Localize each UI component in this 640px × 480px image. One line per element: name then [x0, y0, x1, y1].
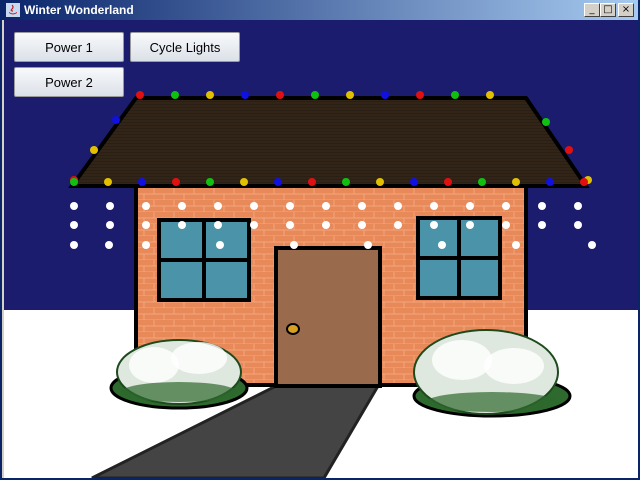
light-bulb — [342, 178, 350, 186]
light-bulb — [214, 221, 222, 229]
light-bulb — [444, 178, 452, 186]
light-bulb — [70, 241, 78, 249]
light-bulb — [486, 91, 494, 99]
light-bulb — [70, 221, 78, 229]
front-door — [274, 246, 382, 388]
light-bulb — [346, 91, 354, 99]
light-bulb — [142, 241, 150, 249]
light-bulb — [538, 221, 546, 229]
light-bulb — [478, 178, 486, 186]
light-bulb — [172, 178, 180, 186]
power-1-button[interactable]: Power 1 — [14, 32, 124, 62]
light-bulb — [358, 221, 366, 229]
close-button[interactable]: × — [618, 3, 634, 17]
light-bulb — [274, 178, 282, 186]
light-bulb — [580, 178, 588, 186]
light-bulb — [574, 221, 582, 229]
light-bulb — [394, 221, 402, 229]
light-bulb — [565, 146, 573, 154]
minimize-button[interactable]: _ — [584, 3, 600, 17]
light-bulb — [250, 202, 258, 210]
light-bulb — [512, 178, 520, 186]
door-knob — [286, 323, 300, 335]
light-bulb — [138, 178, 146, 186]
light-bulb — [286, 221, 294, 229]
light-bulb — [90, 146, 98, 154]
light-bulb — [466, 221, 474, 229]
light-bulb — [588, 241, 596, 249]
light-bulb — [106, 202, 114, 210]
minimize-icon: _ — [589, 4, 595, 15]
light-bulb — [546, 178, 554, 186]
light-bulb — [112, 116, 120, 124]
light-bulb — [178, 221, 186, 229]
light-bulb — [240, 178, 248, 186]
window-title: Winter Wonderland — [24, 3, 134, 17]
light-bulb — [214, 202, 222, 210]
light-bulb — [308, 178, 316, 186]
light-bulb — [70, 202, 78, 210]
light-bulb — [430, 202, 438, 210]
light-bulb — [216, 241, 224, 249]
light-bulb — [322, 221, 330, 229]
light-bulb — [106, 221, 114, 229]
light-bulb — [136, 91, 144, 99]
power-2-button[interactable]: Power 2 — [14, 67, 124, 97]
light-bulb — [290, 241, 298, 249]
light-bulb — [358, 202, 366, 210]
light-bulb — [250, 221, 258, 229]
light-bulb — [438, 241, 446, 249]
light-bulb — [105, 241, 113, 249]
light-bulb — [206, 178, 214, 186]
title-bar[interactable]: Winter Wonderland _ □ × — [2, 0, 638, 20]
light-bulb — [322, 202, 330, 210]
left-window — [157, 218, 251, 302]
maximize-icon: □ — [603, 4, 613, 15]
light-bulb — [104, 178, 112, 186]
app-window: Winter Wonderland _ □ × Power 1 Cycle Li… — [0, 0, 640, 480]
right-window — [416, 216, 502, 300]
light-bulb — [502, 202, 510, 210]
scene-canvas: Power 1 Cycle Lights Power 2 — [4, 20, 638, 478]
light-bulb — [466, 202, 474, 210]
light-bulb — [376, 178, 384, 186]
cycle-lights-button[interactable]: Cycle Lights — [130, 32, 240, 62]
light-bulb — [70, 178, 78, 186]
light-bulb — [311, 91, 319, 99]
java-icon — [6, 3, 20, 17]
light-bulb — [171, 91, 179, 99]
light-bulb — [416, 91, 424, 99]
light-bulb — [574, 202, 582, 210]
light-bulb — [206, 91, 214, 99]
light-bulb — [381, 91, 389, 99]
light-bulb — [364, 241, 372, 249]
light-bulb — [410, 178, 418, 186]
light-bulb — [241, 91, 249, 99]
light-bulb — [538, 202, 546, 210]
light-bulb — [430, 221, 438, 229]
light-bulb — [142, 202, 150, 210]
light-bulb — [178, 202, 186, 210]
light-bulb — [502, 221, 510, 229]
roof — [68, 96, 590, 188]
light-bulb — [286, 202, 294, 210]
light-bulb — [512, 241, 520, 249]
close-icon: × — [621, 4, 631, 15]
maximize-button[interactable]: □ — [600, 3, 616, 17]
light-bulb — [542, 118, 550, 126]
light-bulb — [276, 91, 284, 99]
light-bulb — [142, 221, 150, 229]
light-bulb — [451, 91, 459, 99]
light-bulb — [394, 202, 402, 210]
